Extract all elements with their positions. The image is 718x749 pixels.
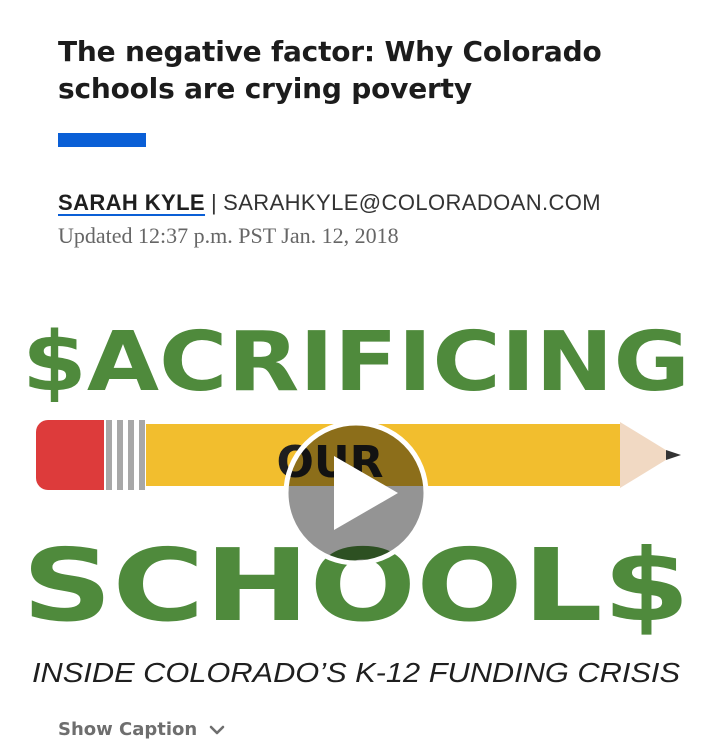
sacrificing-our-schools-graphic: $ACRIFICING OUR SCHOOL$ INSIDE COLORADO’… [22, 315, 690, 688]
article-headline: The negative factor: Why Colorado school… [58, 35, 602, 105]
updated-timestamp: Updated 12:37 p.m. PST Jan. 12, 2018 [58, 223, 399, 248]
pencil-lead [666, 450, 681, 460]
show-caption-label: Show Caption [58, 719, 198, 740]
author-link[interactable]: SARAH KYLE [58, 190, 205, 215]
play-button[interactable] [283, 420, 429, 566]
show-caption-button[interactable]: Show Caption [58, 719, 225, 740]
author-email-link[interactable]: SARAHKYLE@COLORADOAN.COM [223, 190, 601, 215]
chevron-down-icon [209, 725, 225, 734]
graphic-title-line-1: $ACRIFICING [22, 315, 690, 410]
graphic-subtitle: INSIDE COLORADO’S K-12 FUNDING CRISIS [32, 657, 680, 688]
video-thumbnail[interactable]: $ACRIFICING OUR SCHOOL$ INSIDE COLORADO’… [0, 290, 718, 700]
byline-separator: | [211, 190, 218, 215]
pencil-ferrule [104, 420, 146, 490]
byline: SARAH KYLE | SARAHKYLE@COLORADOAN.COM [58, 190, 601, 216]
pencil-eraser-edge [86, 420, 104, 490]
headline-accent-bar [58, 133, 146, 147]
pencil-wood-tip [620, 422, 674, 488]
